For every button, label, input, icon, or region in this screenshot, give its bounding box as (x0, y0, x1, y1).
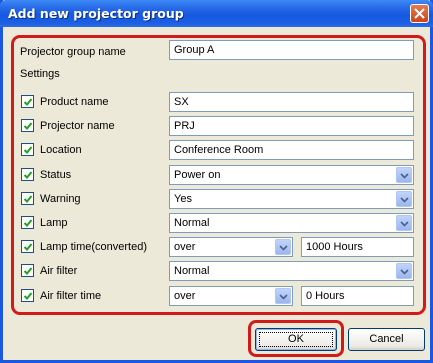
dropdown-button[interactable] (396, 167, 412, 183)
close-icon (414, 8, 425, 19)
chevron-down-icon (400, 221, 409, 227)
checkbox-warning[interactable] (21, 192, 34, 205)
label-lamp-time-converted[interactable]: Lamp time(converted) (40, 240, 147, 254)
label-location[interactable]: Location (40, 143, 82, 157)
checkbox-status[interactable] (21, 168, 34, 181)
checkmark-icon (23, 243, 33, 251)
checkmark-icon (23, 195, 33, 203)
checkbox-projector-name[interactable] (21, 119, 34, 132)
checkmark-icon (23, 171, 33, 179)
label-product-name[interactable]: Product name (40, 95, 108, 109)
checkmark-icon (23, 98, 33, 106)
group-name-label: Projector group name (20, 46, 126, 58)
checkbox-air-filter-time[interactable] (21, 289, 34, 302)
chevron-down-icon (400, 269, 409, 275)
select-value: Power on (174, 169, 221, 181)
select-warning[interactable]: Yes (169, 189, 414, 209)
cancel-button[interactable]: Cancel (348, 328, 425, 351)
add-projector-group-dialog: Add new projector group Projector group … (0, 0, 433, 363)
select-value: over (174, 241, 196, 253)
select-air-filter-time[interactable]: over (169, 286, 293, 306)
title-bar[interactable]: Add new projector group (0, 0, 433, 27)
field-lamp-time-converted-hours[interactable]: 1000 Hours (301, 237, 414, 257)
field-projector-name[interactable]: PRJ (169, 116, 414, 136)
chevron-down-icon (279, 245, 288, 251)
field-location[interactable]: Conference Room (169, 140, 414, 160)
label-projector-name[interactable]: Projector name (40, 119, 115, 133)
dropdown-button[interactable] (396, 263, 412, 279)
group-name-field[interactable]: Group A (169, 40, 414, 60)
select-air-filter[interactable]: Normal (169, 261, 414, 281)
label-air-filter-time[interactable]: Air filter time (40, 289, 101, 303)
select-status[interactable]: Power on (169, 165, 414, 185)
checkmark-icon (23, 122, 33, 130)
label-air-filter[interactable]: Air filter (40, 264, 77, 278)
checkbox-lamp-time-converted[interactable] (21, 240, 34, 253)
chevron-down-icon (400, 197, 409, 203)
checkmark-icon (23, 219, 33, 227)
checkbox-lamp[interactable] (21, 216, 34, 229)
checkmark-icon (23, 292, 33, 300)
dropdown-button[interactable] (396, 215, 412, 231)
field-air-filter-time-hours[interactable]: 0 Hours (301, 286, 414, 306)
select-value: Normal (174, 217, 210, 229)
dropdown-button[interactable] (275, 239, 291, 255)
select-lamp-time-converted[interactable]: over (169, 237, 293, 257)
field-product-name[interactable]: SX (169, 92, 414, 112)
label-status[interactable]: Status (40, 168, 71, 182)
dropdown-button[interactable] (275, 288, 291, 304)
ok-button[interactable]: OK (255, 328, 337, 351)
dropdown-button[interactable] (396, 191, 412, 207)
checkbox-location[interactable] (21, 143, 34, 156)
select-value: Normal (174, 265, 210, 277)
checkbox-product-name[interactable] (21, 95, 34, 108)
select-lamp[interactable]: Normal (169, 213, 414, 233)
select-value: Yes (174, 193, 192, 205)
chevron-down-icon (400, 173, 409, 179)
checkmark-icon (23, 146, 33, 154)
settings-label: Settings (20, 68, 60, 80)
label-lamp[interactable]: Lamp (40, 216, 68, 230)
chevron-down-icon (279, 294, 288, 300)
close-button[interactable] (410, 4, 429, 23)
checkbox-air-filter[interactable] (21, 264, 34, 277)
checkmark-icon (23, 267, 33, 275)
select-value: over (174, 290, 196, 302)
label-warning[interactable]: Warning (40, 192, 81, 206)
dialog-title: Add new projector group (8, 6, 184, 21)
